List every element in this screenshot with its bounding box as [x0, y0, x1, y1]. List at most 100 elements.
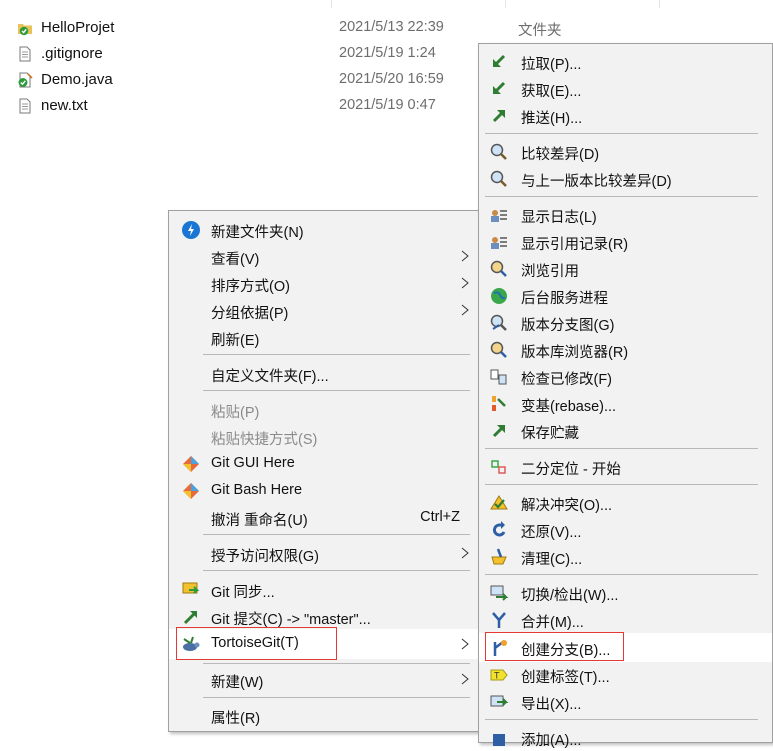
add-icon — [493, 734, 505, 746]
menu-item-grant-access[interactable]: 授予访问权限(G) — [169, 540, 478, 567]
file-name: .gitignore — [41, 45, 103, 62]
menu-item-resolve[interactable]: 解决冲突(O)... — [479, 489, 772, 516]
menu-item-undo-rename[interactable]: 撤消 重命名(U) Ctrl+Z — [169, 504, 478, 531]
menu-item-customize-folder[interactable]: 自定义文件夹(F)... — [169, 360, 478, 387]
file-row[interactable]: HelloProjet 2021/5/13 22:39 文件夹 — [0, 15, 660, 41]
menu-item-show-log[interactable]: 显示日志(L) — [479, 201, 772, 228]
menu-separator — [485, 448, 758, 449]
menu-separator — [203, 697, 470, 698]
file-name: Demo.java — [41, 71, 113, 88]
menu-label: 显示日志(L) — [521, 210, 597, 226]
menu-label: 新建(W) — [211, 675, 264, 691]
menu-item-git-bash[interactable]: Git Bash Here — [169, 477, 478, 504]
chevron-right-icon — [461, 673, 469, 685]
column-divider — [331, 0, 332, 8]
switch-icon — [490, 585, 509, 601]
menu-label: 排序方式(O) — [211, 279, 290, 295]
menu-item-revert[interactable]: 还原(V)... — [479, 516, 772, 543]
new-folder-icon — [182, 221, 200, 239]
menu-item-create-tag[interactable]: T 创建标签(T)... — [479, 661, 772, 688]
menu-label: 自定义文件夹(F)... — [211, 369, 329, 385]
modified-java-file-icon — [18, 72, 33, 88]
menu-item-view[interactable]: 查看(V) — [169, 243, 478, 270]
menu-label: Git Bash Here — [211, 482, 303, 498]
menu-item-add[interactable]: 添加(A)... — [479, 724, 772, 751]
folder-git-icon — [18, 24, 32, 36]
menu-label: 新建文件夹(N) — [211, 225, 304, 241]
menu-item-merge[interactable]: 合并(M)... — [479, 606, 772, 633]
pull-arrow-icon — [493, 54, 506, 67]
chevron-right-icon — [461, 277, 469, 289]
browse-refs-icon — [490, 260, 507, 277]
menu-item-new[interactable]: 新建(W) — [169, 666, 478, 693]
menu-label: 推送(H)... — [521, 111, 583, 127]
highlight-box — [485, 632, 624, 661]
menu-separator — [485, 484, 758, 485]
highlight-box — [176, 627, 337, 660]
menu-label: 比较差异(D) — [521, 147, 600, 163]
git-gui-icon — [183, 456, 199, 472]
menu-label: 清理(C)... — [521, 552, 583, 568]
menu-item-sort[interactable]: 排序方式(O) — [169, 270, 478, 297]
menu-item-pull[interactable]: 拉取(P)... — [479, 48, 772, 75]
menu-label: 二分定位 - 开始 — [521, 462, 621, 478]
file-name: new.txt — [41, 97, 88, 114]
file-type: 文件夹 — [518, 23, 562, 39]
menu-item-stash-save[interactable]: 保存贮藏 — [479, 417, 772, 444]
menu-item-browse-refs[interactable]: 浏览引用 — [479, 255, 772, 282]
menu-item-properties[interactable]: 属性(R) — [169, 702, 478, 729]
menu-label: 切换/检出(W)... — [521, 588, 619, 604]
menu-item-check-modifications[interactable]: 检查已修改(F) — [479, 363, 772, 390]
menu-item-fetch[interactable]: 获取(E)... — [479, 75, 772, 102]
menu-item-switch-checkout[interactable]: 切换/检出(W)... — [479, 579, 772, 606]
resolve-conflict-icon — [490, 495, 508, 510]
menu-label: 撤消 重命名(U) — [211, 513, 308, 529]
chevron-right-icon — [461, 638, 469, 650]
tag-icon: T — [490, 669, 508, 681]
menu-item-group[interactable]: 分组依据(P) — [169, 297, 478, 324]
menu-separator — [203, 354, 470, 355]
menu-label: 创建标签(T)... — [521, 670, 610, 686]
menu-separator — [203, 570, 470, 571]
globe-icon — [491, 288, 507, 304]
git-commit-icon — [183, 611, 197, 625]
menu-item-export[interactable]: 导出(X)... — [479, 688, 772, 715]
menu-label: 授予访问权限(G) — [211, 549, 319, 565]
revert-icon — [492, 521, 506, 537]
menu-item-diff[interactable]: 比较差异(D) — [479, 138, 772, 165]
menu-item-push[interactable]: 推送(H)... — [479, 102, 772, 129]
chevron-right-icon — [461, 547, 469, 559]
bisect-icon — [491, 460, 506, 474]
menu-separator — [485, 196, 758, 197]
menu-item-new-folder[interactable]: 新建文件夹(N) — [169, 216, 478, 243]
menu-item-paste-shortcut: 粘贴快捷方式(S) — [169, 423, 478, 450]
menu-item-bisect[interactable]: 二分定位 - 开始 — [479, 453, 772, 480]
reflog-icon — [491, 237, 507, 249]
menu-separator — [485, 574, 758, 575]
menu-label: Git GUI Here — [211, 455, 295, 471]
menu-label: Git 提交(C) -> "master"... — [211, 612, 371, 628]
menu-item-cleanup[interactable]: 清理(C)... — [479, 543, 772, 570]
menu-item-rebase[interactable]: 变基(rebase)... — [479, 390, 772, 417]
menu-item-show-reflog[interactable]: 显示引用记录(R) — [479, 228, 772, 255]
menu-item-diff-previous[interactable]: 与上一版本比较差异(D) — [479, 165, 772, 192]
file-date: 2021/5/19 0:47 — [339, 97, 436, 113]
menu-item-git-gui[interactable]: Git GUI Here — [169, 450, 478, 477]
menu-item-revision-graph[interactable]: 版本分支图(G) — [479, 309, 772, 336]
shortcut-label: Ctrl+Z — [420, 509, 460, 525]
menu-label: 刷新(E) — [211, 333, 260, 349]
menu-item-daemon[interactable]: 后台服务进程 — [479, 282, 772, 309]
menu-label: 合并(M)... — [521, 615, 584, 631]
menu-label: 获取(E)... — [521, 84, 582, 100]
menu-item-refresh[interactable]: 刷新(E) — [169, 324, 478, 351]
chevron-right-icon — [461, 250, 469, 262]
menu-label: 属性(R) — [211, 711, 261, 727]
menu-label: 检查已修改(F) — [521, 372, 613, 388]
menu-label: 变基(rebase)... — [521, 399, 617, 415]
menu-item-git-sync[interactable]: Git 同步... — [169, 576, 478, 603]
menu-label: 粘贴(P) — [211, 405, 260, 421]
menu-item-git-commit[interactable]: Git 提交(C) -> "master"... — [169, 603, 478, 630]
menu-item-repo-browser[interactable]: 版本库浏览器(R) — [479, 336, 772, 363]
menu-label: 粘贴快捷方式(S) — [211, 432, 318, 448]
push-arrow-icon — [492, 110, 505, 123]
